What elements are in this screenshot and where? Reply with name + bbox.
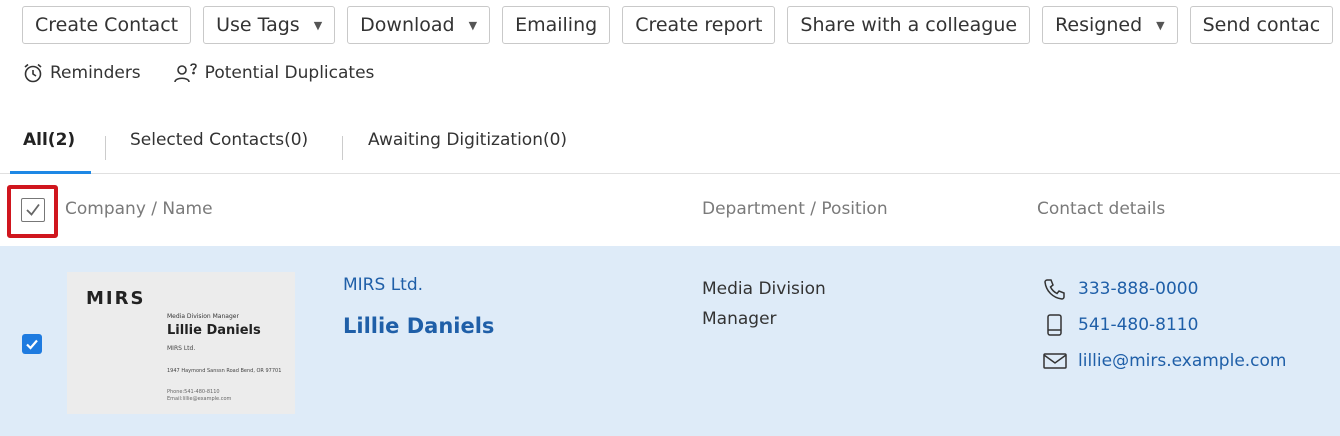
tab-awaiting-digitization-label: Awaiting Digitization(0) [368, 130, 568, 150]
select-all-checkbox[interactable] [21, 198, 45, 222]
mail-icon [1042, 349, 1068, 373]
alarm-clock-icon [22, 62, 44, 84]
chevron-down-icon: ▼ [313, 18, 323, 32]
resigned-label: Resigned [1055, 14, 1143, 36]
header-company-name: Company / Name [65, 199, 213, 219]
chevron-down-icon: ▼ [1156, 18, 1165, 32]
tab-selected-contacts[interactable]: Selected Contacts(0) [130, 130, 308, 174]
email-link[interactable]: lillie@mirs.example.com [1042, 349, 1287, 373]
emailing-button[interactable]: Emailing [502, 6, 611, 44]
potential-duplicates-label: Potential Duplicates [204, 63, 375, 83]
tab-awaiting-digitization[interactable]: Awaiting Digitization(0) [368, 130, 567, 174]
use-tags-label: Use Tags [216, 14, 300, 36]
phone-icon [1042, 277, 1068, 301]
create-report-button[interactable]: Create report [622, 6, 776, 44]
share-label: Share with a colleague [800, 14, 1018, 36]
row-checkbox[interactable] [22, 334, 42, 354]
header-department-position: Department / Position [702, 199, 888, 219]
reminders-link[interactable]: Reminders [22, 62, 141, 84]
share-with-colleague-button[interactable]: Share with a colleague [787, 6, 1031, 44]
department-position: Media Division Manager [702, 274, 826, 334]
card-name: Lillie Daniels [167, 323, 261, 338]
tab-divider [105, 136, 106, 160]
tab-all-label: All(2) [23, 130, 76, 150]
reminders-label: Reminders [50, 63, 141, 83]
phone-link[interactable]: 333-888-0000 [1042, 277, 1198, 301]
send-contact-label: Send contac [1202, 14, 1321, 36]
send-contact-button[interactable]: Send contac [1189, 6, 1334, 44]
department-text: Media Division [702, 279, 826, 299]
card-email: Email:lillie@example.com [167, 396, 232, 402]
card-position: Media Division Manager [167, 313, 239, 320]
card-company: MIRS Ltd. [167, 345, 196, 352]
emailing-label: Emailing [515, 14, 598, 36]
card-phone: Phone:541-480-8110 [167, 389, 220, 395]
use-tags-dropdown[interactable]: Use Tags ▼ [203, 6, 336, 44]
card-logo: MIRS [86, 288, 146, 309]
mobile-phone-icon [1042, 313, 1068, 337]
create-contact-button[interactable]: Create Contact [22, 6, 192, 44]
header-contact-details: Contact details [1037, 199, 1166, 219]
person-question-icon [173, 62, 199, 84]
mobile-number: 541-480-8110 [1078, 315, 1199, 335]
chevron-down-icon: ▼ [468, 18, 478, 32]
create-report-label: Create report [635, 14, 763, 36]
phone-number: 333-888-0000 [1078, 279, 1199, 299]
download-dropdown[interactable]: Download ▼ [347, 6, 491, 44]
tab-all[interactable]: All(2) [10, 130, 91, 174]
potential-duplicates-link[interactable]: Potential Duplicates [173, 62, 375, 84]
position-text: Manager [702, 309, 777, 329]
table-header: Company / Name Department / Position Con… [0, 174, 1340, 246]
company-link[interactable]: MIRS Ltd. [343, 275, 423, 295]
tab-divider [342, 136, 343, 160]
create-contact-label: Create Contact [35, 14, 179, 36]
contact-name-link[interactable]: Lillie Daniels [343, 314, 494, 338]
card-address: 1947 Haymond Sanssn Road Bend, OR 97701 [167, 368, 282, 374]
sub-toolbar: Reminders Potential Duplicates [22, 62, 374, 84]
download-label: Download [360, 14, 455, 36]
contact-tabs: All(2) Selected Contacts(0) Awaiting Dig… [0, 118, 1340, 174]
toolbar: Create Contact Use Tags ▼ Download ▼ Email… [22, 6, 1334, 44]
business-card-thumbnail[interactable]: MIRS Media Division Manager Lillie Danie… [67, 272, 295, 414]
email-address: lillie@mirs.example.com [1078, 351, 1287, 371]
resigned-dropdown[interactable]: Resigned ▼ [1042, 6, 1178, 44]
tab-selected-contacts-label: Selected Contacts(0) [130, 130, 309, 150]
mobile-link[interactable]: 541-480-8110 [1042, 313, 1198, 337]
